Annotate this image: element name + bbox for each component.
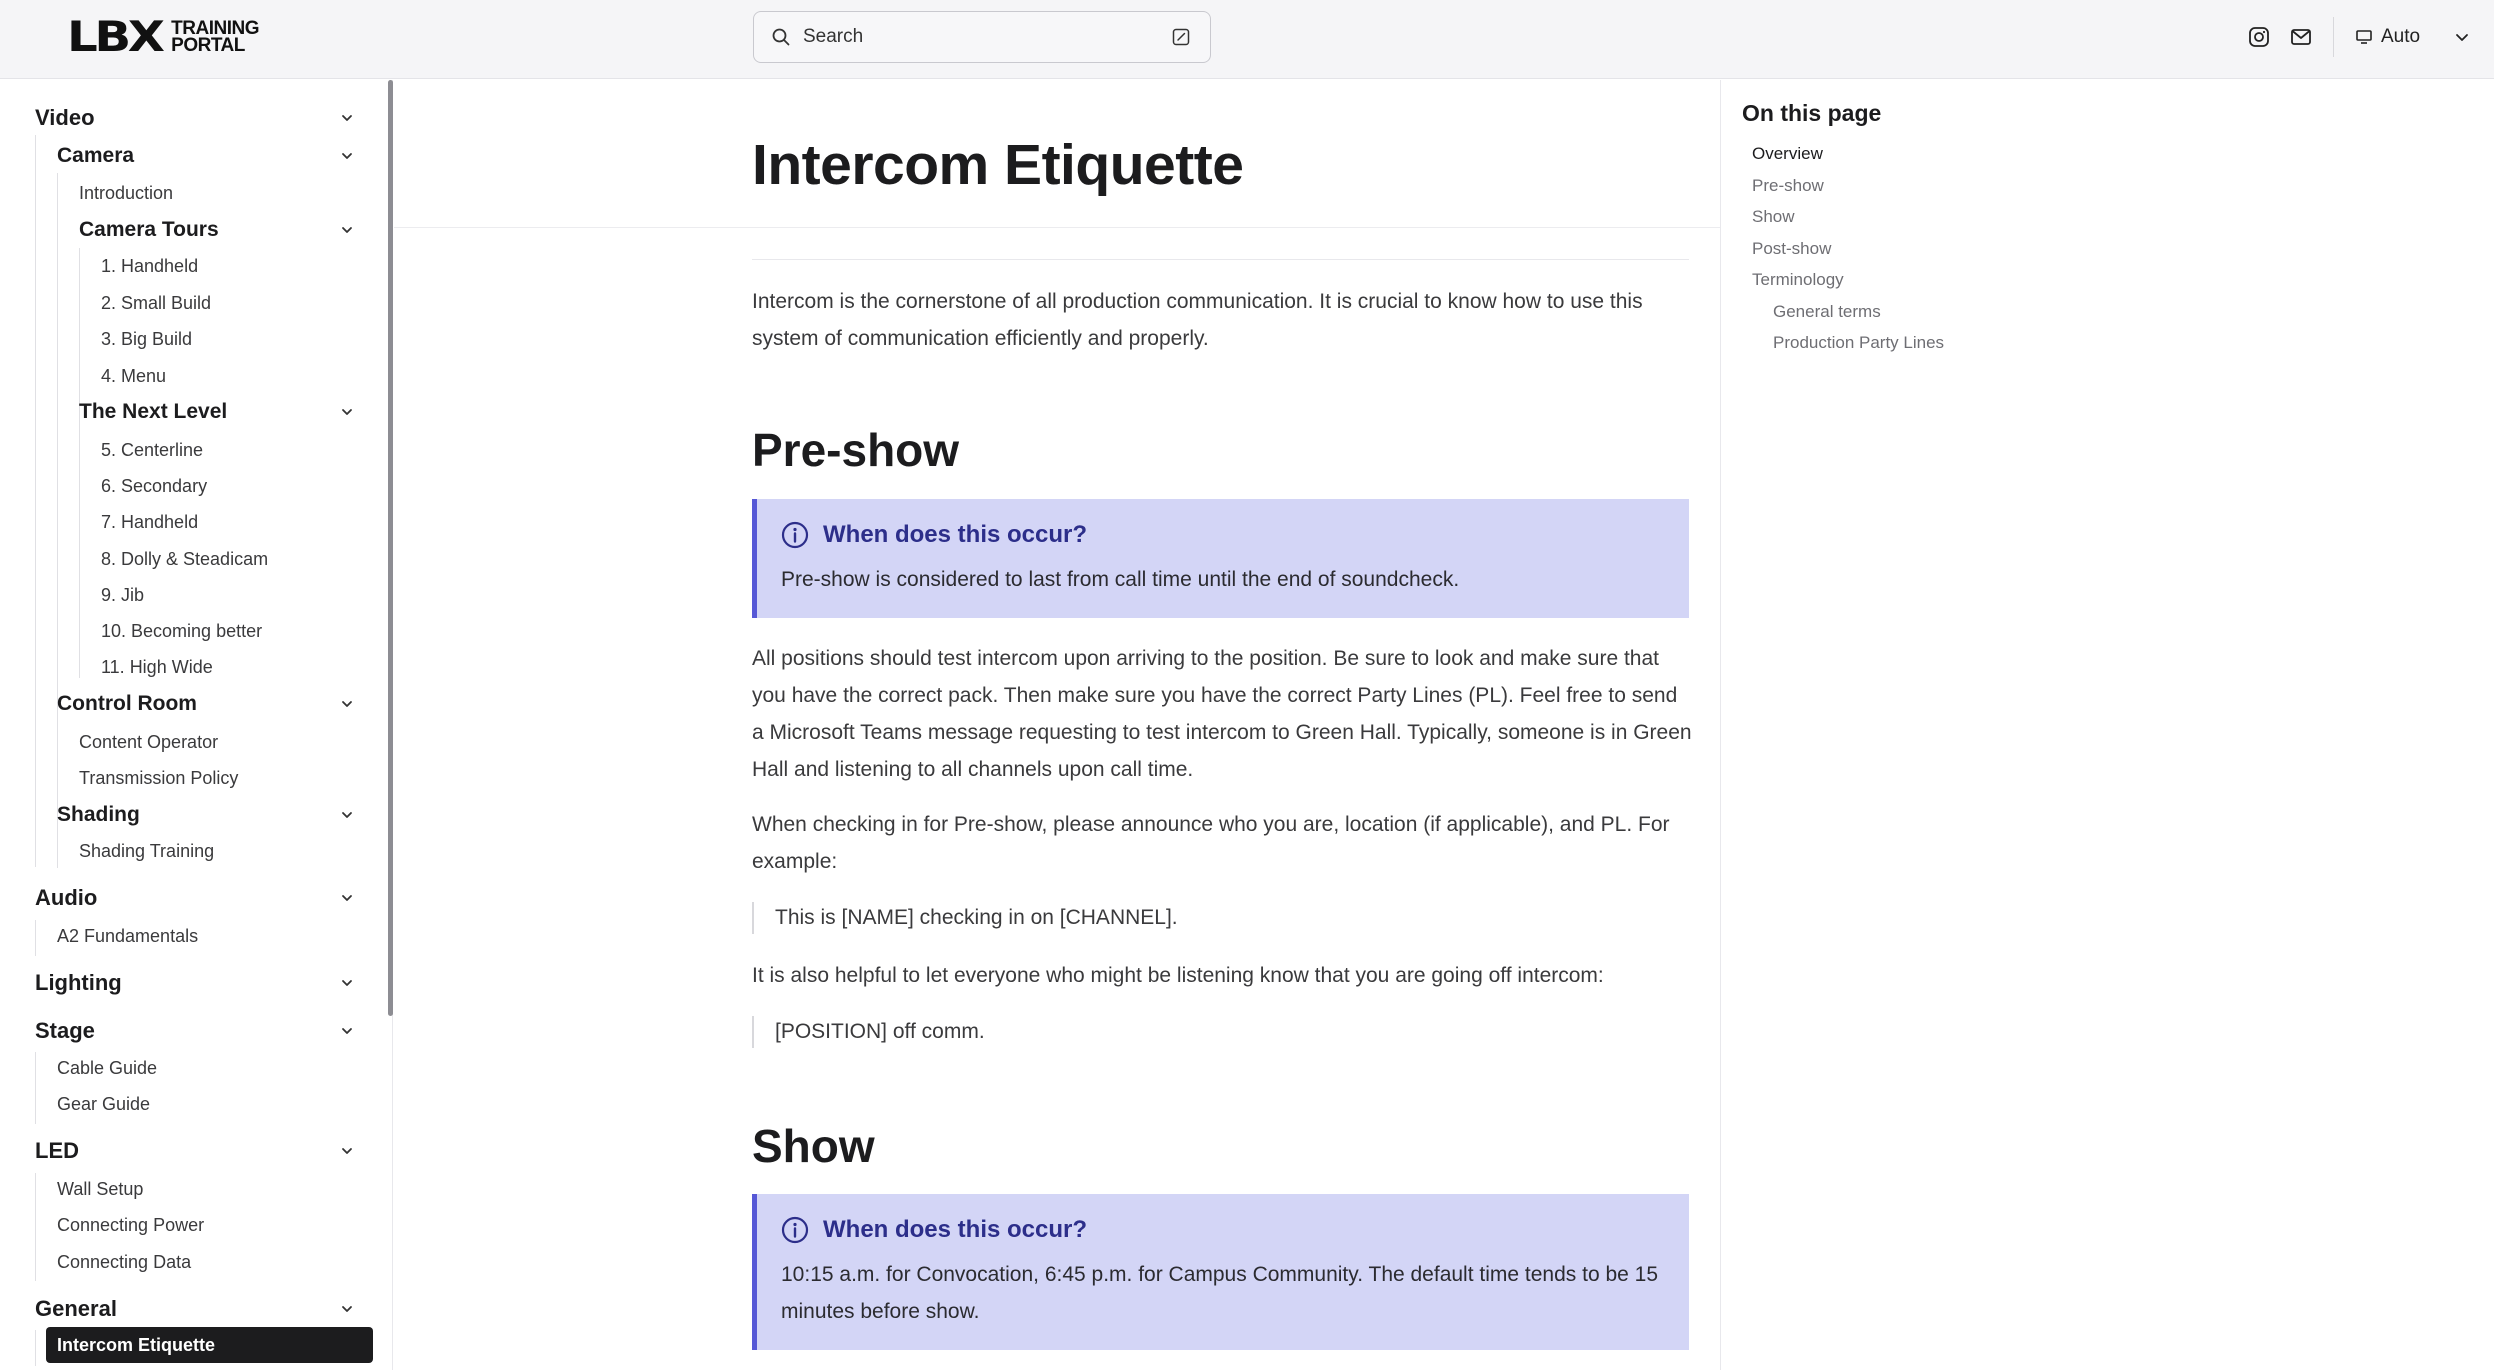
sidebar-item-control-room[interactable]: Control Room <box>57 688 197 720</box>
toc-link-general-terms[interactable]: General terms <box>1773 302 1881 322</box>
sidebar-item-a2-fundamentals[interactable]: A2 Fundamentals <box>57 920 198 952</box>
sidebar-item-connecting-power[interactable]: Connecting Power <box>57 1209 204 1241</box>
toc-link-party-lines[interactable]: Production Party Lines <box>1773 333 1944 353</box>
mail-icon[interactable] <box>2290 26 2312 48</box>
chevron-down-icon[interactable] <box>338 889 356 907</box>
nav-guide <box>57 173 58 868</box>
preshow-paragraph-2: When checking in for Pre-show, please an… <box>752 813 1670 873</box>
sidebar-item-camera-tours[interactable]: Camera Tours <box>79 214 219 246</box>
logo-line-portal: PORTAL <box>171 35 245 56</box>
logo-mark: LBX <box>67 12 165 61</box>
sidebar-item-transmission-policy[interactable]: Transmission Policy <box>79 762 238 794</box>
nav-guide <box>35 1330 36 1366</box>
nav-guide <box>79 248 80 678</box>
sidebar-item-jib[interactable]: 9. Jib <box>101 579 144 611</box>
blockquote-off-comm: [POSITION] off comm. <box>752 1016 985 1048</box>
toc-link-terminology[interactable]: Terminology <box>1752 270 1844 290</box>
monitor-icon <box>2356 30 2372 44</box>
callout-title: When does this occur? <box>823 521 1088 548</box>
nav-guide <box>35 920 36 956</box>
sidebar-item-connecting-data[interactable]: Connecting Data <box>57 1246 191 1278</box>
toc-link-show[interactable]: Show <box>1752 207 1795 227</box>
sidebar-item-intercom-etiquette[interactable]: Intercom Etiquette <box>46 1327 373 1363</box>
chevron-down-icon <box>2456 34 2468 41</box>
callout-body: Pre-show is considered to last from call… <box>781 568 1460 591</box>
nav-guide <box>35 1173 36 1281</box>
nav-guide <box>35 135 36 867</box>
search-placeholder: Search <box>803 26 864 47</box>
intro-paragraph: Intercom is the cornerstone of all produ… <box>752 290 1643 350</box>
top-header: LBX TRAINING PORTAL Search Auto <box>0 0 2494 79</box>
chevron-down-icon[interactable] <box>338 1142 356 1160</box>
sidebar-item-shading-training[interactable]: Shading Training <box>79 835 214 867</box>
sidebar-item-general[interactable]: General <box>35 1293 117 1325</box>
sidebar-item-led[interactable]: LED <box>35 1135 79 1167</box>
content-divider <box>752 259 1689 260</box>
chevron-down-icon[interactable] <box>338 403 356 421</box>
sidebar-item-cable-guide[interactable]: Cable Guide <box>57 1052 157 1084</box>
section-heading-preshow: Pre-show <box>752 424 960 476</box>
sidebar-item-high-wide[interactable]: 11. High Wide <box>101 651 213 683</box>
sidebar-item-lighting[interactable]: Lighting <box>35 967 122 999</box>
callout-preshow: When does this occur? Pre-show is consid… <box>752 499 1689 618</box>
chevron-down-icon[interactable] <box>338 1022 356 1040</box>
theme-label: Auto <box>2381 26 2421 47</box>
sidebar-scrollbar[interactable] <box>388 80 393 1016</box>
title-divider <box>394 227 1720 228</box>
sidebar-item-small-build[interactable]: 2. Small Build <box>101 287 211 319</box>
sidebar-item-shading[interactable]: Shading <box>57 799 140 831</box>
chevron-down-icon[interactable] <box>338 147 356 165</box>
blockquote-checkin: This is [NAME] checking in on [CHANNEL]. <box>752 902 1178 934</box>
sidebar-item-handheld-7[interactable]: 7. Handheld <box>101 506 198 538</box>
sidebar-item-becoming-better[interactable]: 10. Becoming better <box>101 615 262 647</box>
chevron-down-icon[interactable] <box>338 221 356 239</box>
sidebar-item-stage[interactable]: Stage <box>35 1015 95 1047</box>
toc-divider <box>1720 80 1721 1370</box>
callout-body: 10:15 a.m. for Convocation, 6:45 p.m. fo… <box>781 1263 1659 1323</box>
chevron-down-icon[interactable] <box>338 806 356 824</box>
theme-selector[interactable]: Auto <box>2355 22 2468 52</box>
chevron-down-icon[interactable] <box>338 695 356 713</box>
instagram-icon[interactable] <box>2248 26 2270 48</box>
sidebar-item-audio[interactable]: Audio <box>35 882 97 914</box>
toc-link-preshow[interactable]: Pre-show <box>1752 176 1824 196</box>
sidebar-item-content-operator[interactable]: Content Operator <box>79 726 218 758</box>
toc-link-postshow[interactable]: Post-show <box>1752 239 1831 259</box>
callout-show: When does this occur? 10:15 a.m. for Con… <box>752 1194 1689 1350</box>
search-input[interactable]: Search <box>753 11 1211 63</box>
sidebar-item-video[interactable]: Video <box>35 102 95 134</box>
sidebar-item-introduction[interactable]: Introduction <box>79 177 173 209</box>
info-icon <box>781 521 809 549</box>
sidebar-item-camera[interactable]: Camera <box>57 140 134 172</box>
sidebar-item-big-build[interactable]: 3. Big Build <box>101 323 192 355</box>
preshow-paragraph-3: It is also helpful to let everyone who m… <box>752 964 1604 987</box>
sidebar-item-centerline[interactable]: 5. Centerline <box>101 434 203 466</box>
preshow-paragraph-1: All positions should test intercom upon … <box>752 647 1692 781</box>
sidebar-item-next-level[interactable]: The Next Level <box>79 396 227 428</box>
chevron-down-icon[interactable] <box>338 1300 356 1318</box>
sidebar-item-gear-guide[interactable]: Gear Guide <box>57 1088 150 1120</box>
info-icon <box>781 1216 809 1244</box>
edit-icon <box>1172 28 1190 46</box>
sidebar-item-secondary[interactable]: 6. Secondary <box>101 470 207 502</box>
toc-title: On this page <box>1742 100 1882 126</box>
site-logo[interactable]: LBX TRAINING PORTAL <box>67 12 259 61</box>
chevron-down-icon[interactable] <box>338 109 356 127</box>
nav-guide <box>35 1052 36 1124</box>
header-divider <box>2333 17 2334 57</box>
sidebar-item-dolly-steadicam[interactable]: 8. Dolly & Steadicam <box>101 543 268 575</box>
callout-title: When does this occur? <box>823 1216 1088 1243</box>
sidebar-item-wall-setup[interactable]: Wall Setup <box>57 1173 143 1205</box>
sidebar-item-menu[interactable]: 4. Menu <box>101 360 166 392</box>
search-icon <box>772 28 790 46</box>
chevron-down-icon[interactable] <box>338 974 356 992</box>
page-title: Intercom Etiquette <box>752 133 1244 197</box>
toc-link-overview[interactable]: Overview <box>1752 144 1823 164</box>
section-heading-show: Show <box>752 1120 875 1172</box>
sidebar-item-handheld-1[interactable]: 1. Handheld <box>101 250 198 282</box>
